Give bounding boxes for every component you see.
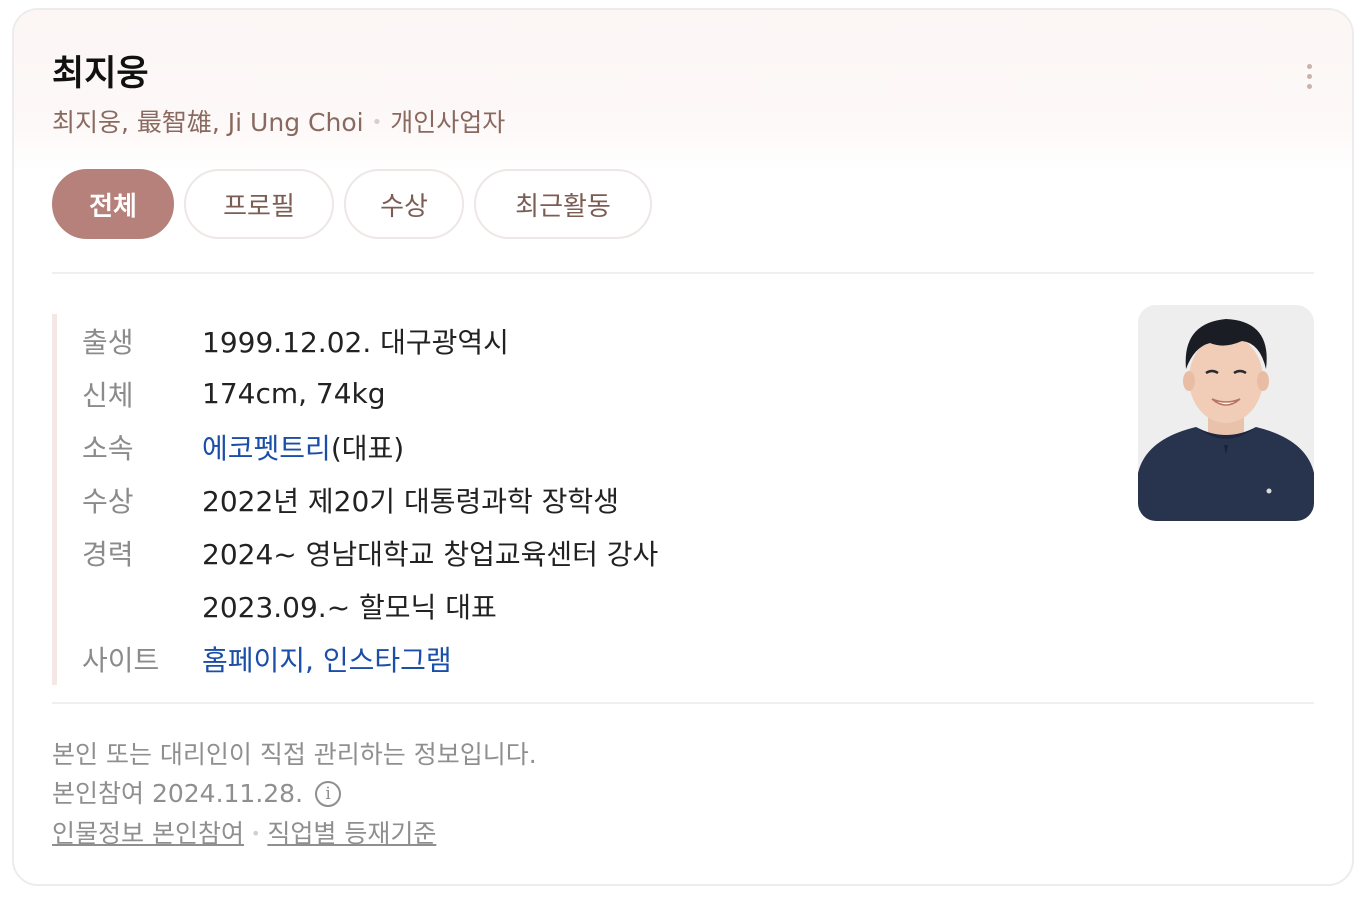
divider-top <box>52 272 1314 274</box>
registration-criteria-link[interactable]: 직업별 등재기준 <box>267 819 436 848</box>
info-label-site: 사이트 <box>82 643 160 677</box>
info-row-career: 경력 2024~ 영남대학교 창업교육센터 강사 <box>57 526 857 579</box>
person-name: 최지웅 <box>52 54 149 94</box>
tab-awards[interactable]: 수상 <box>344 169 464 239</box>
person-occupation: 개인사업자 <box>390 108 506 137</box>
person-subtitle: 최지웅, 最智雄, Ji Ung Choi • 개인사업자 <box>52 106 505 143</box>
info-value-site: 홈페이지, 인스타그램 <box>202 639 452 679</box>
participation-date: 본인참여 2024.11.28. <box>52 779 304 808</box>
info-circle-icon[interactable]: i <box>315 781 342 807</box>
separator-dot: • <box>371 112 383 133</box>
info-row-career-continued: 2023.09.~ 할모닉 대표 <box>57 579 857 632</box>
info-list: 출생 1999.12.02. 대구광역시 신체 174cm, 74kg 소속 에… <box>52 314 857 685</box>
info-label-award: 수상 <box>82 484 134 518</box>
separator-dot: • <box>250 824 261 843</box>
info-label-body: 신체 <box>82 378 134 412</box>
more-dot <box>1306 74 1312 79</box>
info-row-birth: 출생 1999.12.02. 대구광역시 <box>57 314 857 367</box>
managed-info-note: 본인 또는 대리인이 직접 관리하는 정보입니다. <box>52 740 537 769</box>
info-label-career: 경력 <box>82 537 134 571</box>
divider-bottom <box>52 702 1314 704</box>
site-separator: , <box>305 643 314 677</box>
affiliation-link[interactable]: 에코펫트리 <box>202 432 331 465</box>
info-row-site: 사이트 홈페이지, 인스타그램 <box>57 632 857 685</box>
homepage-link[interactable]: 홈페이지 <box>202 644 305 677</box>
more-dot <box>1306 64 1312 69</box>
info-value-affiliation: 에코펫트리(대표) <box>202 427 404 467</box>
tab-recent-activity[interactable]: 최근활동 <box>474 169 652 239</box>
more-options-icon[interactable] <box>1302 64 1316 96</box>
profile-photo[interactable] <box>1138 305 1314 521</box>
info-label-affiliation: 소속 <box>82 431 134 465</box>
self-participation-link[interactable]: 인물정보 본인참여 <box>52 819 244 848</box>
affiliation-role: (대표) <box>330 431 405 465</box>
info-row-body: 신체 174cm, 74kg <box>57 367 857 420</box>
tab-bar: 전체 프로필 수상 최근활동 <box>52 169 652 239</box>
info-value-career-2: 2023.09.~ 할모닉 대표 <box>202 590 497 624</box>
card-header-background <box>14 10 1352 170</box>
profile-photo-image <box>1138 305 1314 521</box>
info-value-body: 174cm, 74kg <box>202 377 386 410</box>
info-value-career-1: 2024~ 영남대학교 창업교육센터 강사 <box>202 537 659 571</box>
instagram-link[interactable]: 인스타그램 <box>323 644 452 677</box>
person-aliases: 최지웅, 最智雄, Ji Ung Choi <box>52 108 364 137</box>
info-value-award: 2022년 제20기 대통령과학 장학생 <box>202 484 619 518</box>
tab-profile[interactable]: 프로필 <box>184 169 334 239</box>
participation-info: 본인참여 2024.11.28. i <box>52 776 342 812</box>
info-row-affiliation: 소속 에코펫트리(대표) <box>57 420 857 473</box>
info-value-birth: 1999.12.02. 대구광역시 <box>202 325 509 359</box>
tab-all[interactable]: 전체 <box>52 169 174 239</box>
footer-links: 인물정보 본인참여 • 직업별 등재기준 <box>52 816 436 855</box>
profile-card: 최지웅 최지웅, 最智雄, Ji Ung Choi • 개인사업자 전체 프로필 수… <box>12 8 1354 886</box>
info-row-award: 수상 2022년 제20기 대통령과학 장학생 <box>57 473 857 526</box>
info-label-birth: 출생 <box>82 325 134 359</box>
more-dot <box>1306 84 1312 89</box>
